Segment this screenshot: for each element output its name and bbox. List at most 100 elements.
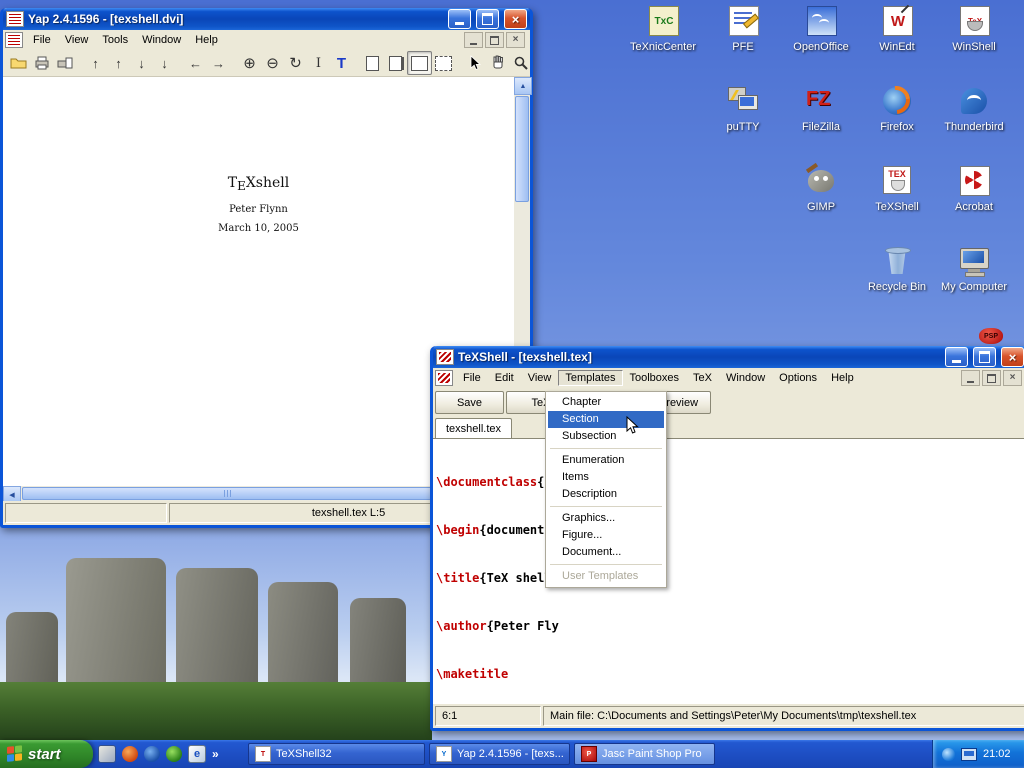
text-select-icon[interactable]: T xyxy=(330,52,353,74)
print-page-icon[interactable] xyxy=(53,52,76,74)
desktop-icon-texniccenter[interactable]: TxC TeXnicCenter xyxy=(624,4,702,53)
desktop-icon-my-computer[interactable]: My Computer xyxy=(935,244,1013,293)
menu-item-user-templates[interactable]: User Templates xyxy=(548,568,664,585)
yap-menu-view[interactable]: View xyxy=(58,32,96,48)
last-page-icon[interactable]: ↓ xyxy=(153,52,176,74)
desktop-icon-recycle-bin[interactable]: Recycle Bin xyxy=(858,244,936,293)
zoom-in-icon[interactable]: ⊕ xyxy=(238,52,261,74)
show-desktop-icon[interactable] xyxy=(98,745,116,763)
horizontal-scroll-thumb[interactable] xyxy=(22,487,432,500)
zoom-out-icon[interactable]: ⊖ xyxy=(261,52,284,74)
taskbar-button-texshell32[interactable]: T TeXShell32 xyxy=(248,743,425,765)
save-button[interactable]: Save xyxy=(435,391,504,414)
menu-item-figure[interactable]: Figure... xyxy=(548,527,664,544)
taskbar-button-yap[interactable]: Y Yap 2.4.1596 - [texs... xyxy=(429,743,570,765)
desktop-icon-winedt[interactable]: W WinEdt xyxy=(858,4,936,53)
first-page-icon[interactable]: ↑ xyxy=(84,52,107,74)
print-icon[interactable] xyxy=(30,52,53,74)
hand-tool-icon[interactable] xyxy=(486,52,509,74)
texshell-menu-file[interactable]: File xyxy=(456,370,488,386)
menu-item-section[interactable]: Section xyxy=(548,411,664,428)
menu-item-chapter[interactable]: Chapter xyxy=(548,394,664,411)
magnifier-tool-icon[interactable] xyxy=(509,52,532,74)
menu-separator xyxy=(550,448,662,449)
app-quick-icon[interactable] xyxy=(166,746,182,762)
firefox-quick-icon[interactable] xyxy=(122,746,138,762)
taskbar-button-paintshop[interactable]: P Jasc Paint Shop Pro xyxy=(574,743,715,765)
texshell-restore-button[interactable] xyxy=(973,347,996,367)
yap-menu-file[interactable]: File xyxy=(26,32,58,48)
desktop-icon-texshell[interactable]: TEX TeXShell xyxy=(858,164,936,213)
yap-minimize-button[interactable] xyxy=(448,9,471,29)
quick-launch-overflow[interactable]: » xyxy=(212,747,219,761)
windows-logo-icon xyxy=(7,745,23,763)
texshell-mdi-restore-button[interactable] xyxy=(982,370,1001,386)
menu-item-graphics[interactable]: Graphics... xyxy=(548,510,664,527)
texshell-menu-toolboxes[interactable]: Toolboxes xyxy=(623,370,687,386)
texshell-menu-tex[interactable]: TeX xyxy=(686,370,719,386)
yap-menu-window[interactable]: Window xyxy=(135,32,188,48)
refresh-icon[interactable]: ↻ xyxy=(284,52,307,74)
texshell-minimize-button[interactable] xyxy=(945,347,968,367)
tray-display-icon[interactable] xyxy=(961,748,977,761)
desktop-icon-pfe[interactable]: PFE xyxy=(704,4,782,53)
desktop-icon-openoffice[interactable]: OpenOffice xyxy=(782,4,860,53)
thunderbird-quick-icon[interactable] xyxy=(144,746,160,762)
yap-menu-tools[interactable]: Tools xyxy=(95,32,135,48)
desktop-icon-firefox[interactable]: Firefox xyxy=(858,84,936,133)
start-button[interactable]: start xyxy=(0,740,93,768)
menu-item-enumeration[interactable]: Enumeration xyxy=(548,452,664,469)
page-down-icon[interactable]: ↓ xyxy=(130,52,153,74)
yap-mdi-minimize-button[interactable] xyxy=(464,32,483,48)
pointer-tool-icon[interactable] xyxy=(463,52,486,74)
forward-icon[interactable]: → xyxy=(207,52,230,74)
single-page-view-icon[interactable] xyxy=(361,52,384,74)
editor-area[interactable]: \documentclass{ \begin{document \title{T… xyxy=(433,438,1024,704)
menu-item-description[interactable]: Description xyxy=(548,486,664,503)
texshell-menu-view[interactable]: View xyxy=(521,370,559,386)
texshell-close-button[interactable]: × xyxy=(1001,347,1024,367)
menu-item-document[interactable]: Document... xyxy=(548,544,664,561)
menu-item-items[interactable]: Items xyxy=(548,469,664,486)
menu-separator xyxy=(550,506,662,507)
page-up-icon[interactable]: ↑ xyxy=(107,52,130,74)
tray-network-icon[interactable] xyxy=(942,748,955,761)
yap-mdi-close-button[interactable]: × xyxy=(506,32,525,48)
full-width-view-icon[interactable] xyxy=(432,52,455,74)
double-page-view-icon[interactable] xyxy=(384,52,407,74)
yap-titlebar[interactable]: Yap 2.4.1596 - [texshell.dvi] × xyxy=(3,8,530,30)
texshell-titlebar[interactable]: TeXShell - [texshell.tex] × xyxy=(433,346,1024,368)
yap-status-pane-left xyxy=(5,503,167,523)
tab-texshell-tex[interactable]: texshell.tex xyxy=(435,418,512,438)
desktop-icon-gimp[interactable]: GIMP xyxy=(782,164,860,213)
texshell-menu-window[interactable]: Window xyxy=(719,370,772,386)
yap-menu-help[interactable]: Help xyxy=(188,32,225,48)
texshell-menu-help[interactable]: Help xyxy=(824,370,861,386)
preview-author: Peter Flynn xyxy=(3,204,514,215)
desktop-icon-winshell[interactable]: TeX WinShell xyxy=(935,4,1013,53)
texshell-menu-options[interactable]: Options xyxy=(772,370,824,386)
open-icon[interactable] xyxy=(7,52,30,74)
yap-maximize-button[interactable] xyxy=(476,9,499,29)
desktop-icon-acrobat[interactable]: Acrobat xyxy=(935,164,1013,213)
yap-mdi-restore-button[interactable] xyxy=(485,32,504,48)
continuous-view-icon[interactable] xyxy=(407,51,432,75)
texshell-menu-edit[interactable]: Edit xyxy=(488,370,521,386)
browser-quick-icon[interactable]: e xyxy=(188,745,206,763)
texshell-mdi-minimize-button[interactable] xyxy=(961,370,980,386)
vertical-scroll-thumb[interactable] xyxy=(515,96,529,202)
desktop-icon-thunderbird[interactable]: Thunderbird xyxy=(935,84,1013,133)
back-icon[interactable]: ← xyxy=(184,52,207,74)
desktop-icon-putty[interactable]: puTTY xyxy=(704,84,782,133)
texshell-button-row: Save TeX Preview xyxy=(433,388,1024,416)
yap-close-button[interactable]: × xyxy=(504,9,527,29)
texshell-tabrow: texshell.tex xyxy=(433,416,1024,438)
edit-source-icon[interactable]: I xyxy=(307,52,330,74)
texshell-mdi-close-button[interactable]: × xyxy=(1003,370,1022,386)
desktop-icon-filezilla[interactable]: FZ FileZilla xyxy=(782,84,860,133)
scroll-up-button[interactable]: ▲ xyxy=(514,77,532,95)
texshell-menu-templates[interactable]: Templates xyxy=(558,370,622,386)
menu-item-subsection[interactable]: Subsection xyxy=(548,428,664,445)
pfe-icon xyxy=(726,4,760,38)
toolbar-separator xyxy=(76,52,84,74)
